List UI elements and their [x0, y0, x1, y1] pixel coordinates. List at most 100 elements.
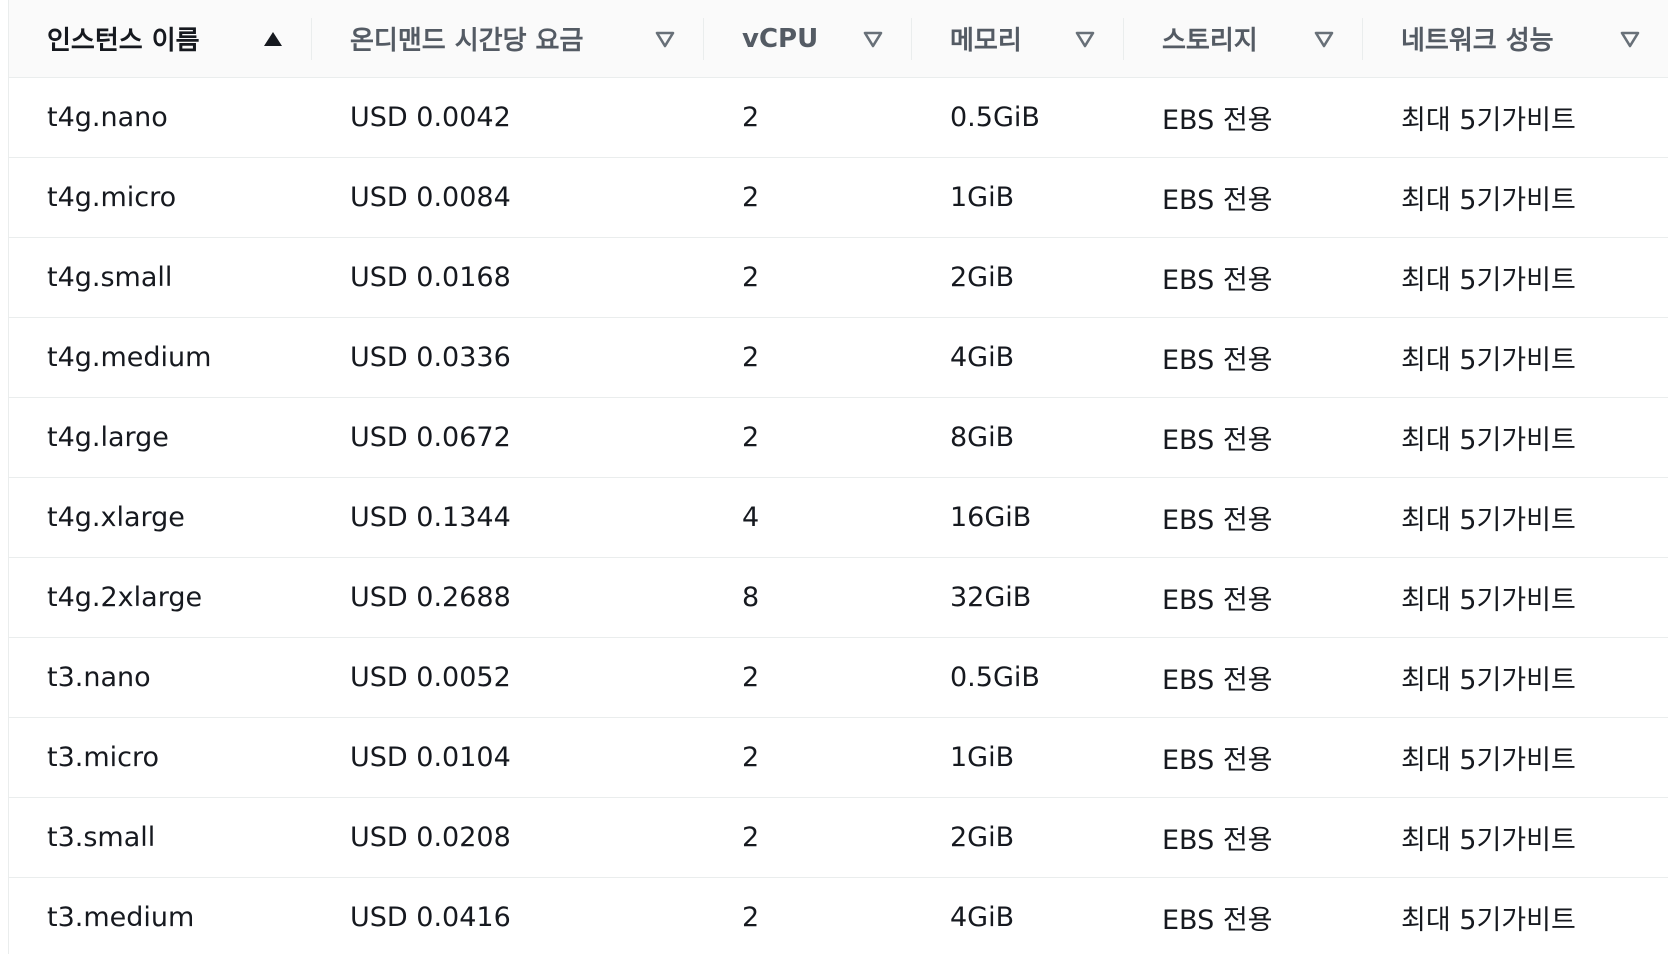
instance-pricing-table-container: 인스턴스 이름 온디맨드 시간당 요금 vCPU 메모리 스토리지 네트워크 성능 t4g…	[8, 0, 1668, 954]
sort-unsorted-icon	[1311, 26, 1337, 52]
table-row[interactable]: t4g.nano USD 0.0042 2 0.5GiB EBS 전용 최대 5기가비트	[9, 77, 1668, 158]
cell-vcpu: 2	[704, 717, 912, 798]
table-header: 인스턴스 이름 온디맨드 시간당 요금 vCPU 메모리 스토리지 네트워크 성능	[9, 0, 1668, 78]
cell-storage: EBS 전용	[1124, 557, 1363, 638]
cell-instance-name: t3.medium	[9, 877, 312, 954]
cell-instance-name: t4g.nano	[9, 77, 312, 158]
cell-vcpu: 2	[704, 877, 912, 954]
table-body: t4g.nano USD 0.0042 2 0.5GiB EBS 전용 최대 5기가비트 t…	[9, 77, 1668, 954]
cell-instance-name: t4g.small	[9, 237, 312, 318]
cell-storage: EBS 전용	[1124, 797, 1363, 878]
cell-storage: EBS 전용	[1124, 477, 1363, 558]
cell-memory: 8GiB	[912, 397, 1124, 478]
cell-network-performance: 최대 5기가비트	[1363, 877, 1668, 954]
cell-on-demand-hourly-price: USD 0.1344	[312, 477, 704, 558]
cell-vcpu: 4	[704, 477, 912, 558]
cell-memory: 0.5GiB	[912, 637, 1124, 718]
cell-network-performance: 최대 5기가비트	[1363, 77, 1668, 158]
column-header-label: 메모리	[950, 26, 1022, 56]
cell-memory: 1GiB	[912, 157, 1124, 238]
cell-instance-name: t4g.2xlarge	[9, 557, 312, 638]
sort-unsorted-icon	[1072, 26, 1098, 52]
cell-network-performance: 최대 5기가비트	[1363, 797, 1668, 878]
cell-on-demand-hourly-price: USD 0.0672	[312, 397, 704, 478]
column-header-network-performance[interactable]: 네트워크 성능	[1363, 0, 1668, 78]
cell-network-performance: 최대 5기가비트	[1363, 157, 1668, 238]
column-header-on-demand-hourly-price[interactable]: 온디맨드 시간당 요금	[312, 0, 704, 78]
column-header-content: 인스턴스 이름	[9, 0, 312, 77]
cell-vcpu: 2	[704, 797, 912, 878]
cell-memory: 0.5GiB	[912, 77, 1124, 158]
table-row[interactable]: t3.small USD 0.0208 2 2GiB EBS 전용 최대 5기가비트	[9, 797, 1668, 878]
cell-storage: EBS 전용	[1124, 717, 1363, 798]
cell-storage: EBS 전용	[1124, 877, 1363, 954]
cell-storage: EBS 전용	[1124, 317, 1363, 398]
cell-memory: 4GiB	[912, 877, 1124, 954]
table-row[interactable]: t4g.micro USD 0.0084 2 1GiB EBS 전용 최대 5기가비트	[9, 157, 1668, 238]
cell-instance-name: t4g.medium	[9, 317, 312, 398]
cell-storage: EBS 전용	[1124, 397, 1363, 478]
column-header-vcpu[interactable]: vCPU	[704, 0, 912, 78]
table-row[interactable]: t3.micro USD 0.0104 2 1GiB EBS 전용 최대 5기가비트	[9, 717, 1668, 798]
table-row[interactable]: t4g.small USD 0.0168 2 2GiB EBS 전용 최대 5기가비트	[9, 237, 1668, 318]
cell-vcpu: 2	[704, 157, 912, 238]
column-header-label: 인스턴스 이름	[47, 26, 200, 56]
cell-instance-name: t4g.xlarge	[9, 477, 312, 558]
cell-network-performance: 최대 5기가비트	[1363, 717, 1668, 798]
cell-network-performance: 최대 5기가비트	[1363, 397, 1668, 478]
column-header-content: 메모리	[912, 0, 1124, 77]
table-row[interactable]: t3.nano USD 0.0052 2 0.5GiB EBS 전용 최대 5기가비트	[9, 637, 1668, 718]
cell-memory: 16GiB	[912, 477, 1124, 558]
cell-network-performance: 최대 5기가비트	[1363, 637, 1668, 718]
column-header-label: vCPU	[742, 23, 819, 54]
cell-instance-name: t3.small	[9, 797, 312, 878]
cell-on-demand-hourly-price: USD 0.0208	[312, 797, 704, 878]
column-header-content: 네트워크 성능	[1363, 0, 1668, 77]
cell-vcpu: 2	[704, 317, 912, 398]
cell-on-demand-hourly-price: USD 0.2688	[312, 557, 704, 638]
cell-storage: EBS 전용	[1124, 157, 1363, 238]
cell-on-demand-hourly-price: USD 0.0084	[312, 157, 704, 238]
cell-on-demand-hourly-price: USD 0.0052	[312, 637, 704, 718]
cell-on-demand-hourly-price: USD 0.0336	[312, 317, 704, 398]
cell-memory: 32GiB	[912, 557, 1124, 638]
table-row[interactable]: t4g.2xlarge USD 0.2688 8 32GiB EBS 전용 최대 5기가비…	[9, 557, 1668, 638]
cell-vcpu: 8	[704, 557, 912, 638]
cell-instance-name: t3.micro	[9, 717, 312, 798]
cell-storage: EBS 전용	[1124, 637, 1363, 718]
cell-storage: EBS 전용	[1124, 237, 1363, 318]
cell-instance-name: t4g.micro	[9, 157, 312, 238]
column-header-label: 스토리지	[1162, 26, 1258, 56]
sort-unsorted-icon	[652, 26, 678, 52]
table-row[interactable]: t4g.xlarge USD 0.1344 4 16GiB EBS 전용 최대 5기가비트	[9, 477, 1668, 558]
cell-vcpu: 2	[704, 397, 912, 478]
column-header-content: 스토리지	[1124, 0, 1363, 77]
cell-vcpu: 2	[704, 77, 912, 158]
instance-pricing-table: 인스턴스 이름 온디맨드 시간당 요금 vCPU 메모리 스토리지 네트워크 성능 t4g…	[9, 0, 1668, 954]
sort-unsorted-icon	[860, 26, 886, 52]
column-header-label: 온디맨드 시간당 요금	[350, 26, 584, 56]
cell-instance-name: t4g.large	[9, 397, 312, 478]
column-header-content: vCPU	[704, 0, 912, 77]
table-row[interactable]: t3.medium USD 0.0416 2 4GiB EBS 전용 최대 5기가비트	[9, 877, 1668, 954]
cell-network-performance: 최대 5기가비트	[1363, 477, 1668, 558]
cell-storage: EBS 전용	[1124, 77, 1363, 158]
cell-memory: 2GiB	[912, 237, 1124, 318]
table-row[interactable]: t4g.large USD 0.0672 2 8GiB EBS 전용 최대 5기가비트	[9, 397, 1668, 478]
column-header-instance-name[interactable]: 인스턴스 이름	[9, 0, 312, 78]
column-header-content: 온디맨드 시간당 요금	[312, 0, 704, 77]
cell-on-demand-hourly-price: USD 0.0416	[312, 877, 704, 954]
cell-network-performance: 최대 5기가비트	[1363, 317, 1668, 398]
cell-memory: 2GiB	[912, 797, 1124, 878]
cell-memory: 4GiB	[912, 317, 1124, 398]
column-header-storage[interactable]: 스토리지	[1124, 0, 1363, 78]
cell-on-demand-hourly-price: USD 0.0104	[312, 717, 704, 798]
cell-on-demand-hourly-price: USD 0.0042	[312, 77, 704, 158]
sort-ascending-icon	[260, 26, 286, 52]
column-header-memory[interactable]: 메모리	[912, 0, 1124, 78]
table-row[interactable]: t4g.medium USD 0.0336 2 4GiB EBS 전용 최대 5기가비트	[9, 317, 1668, 398]
cell-vcpu: 2	[704, 637, 912, 718]
cell-memory: 1GiB	[912, 717, 1124, 798]
cell-on-demand-hourly-price: USD 0.0168	[312, 237, 704, 318]
cell-network-performance: 최대 5기가비트	[1363, 557, 1668, 638]
